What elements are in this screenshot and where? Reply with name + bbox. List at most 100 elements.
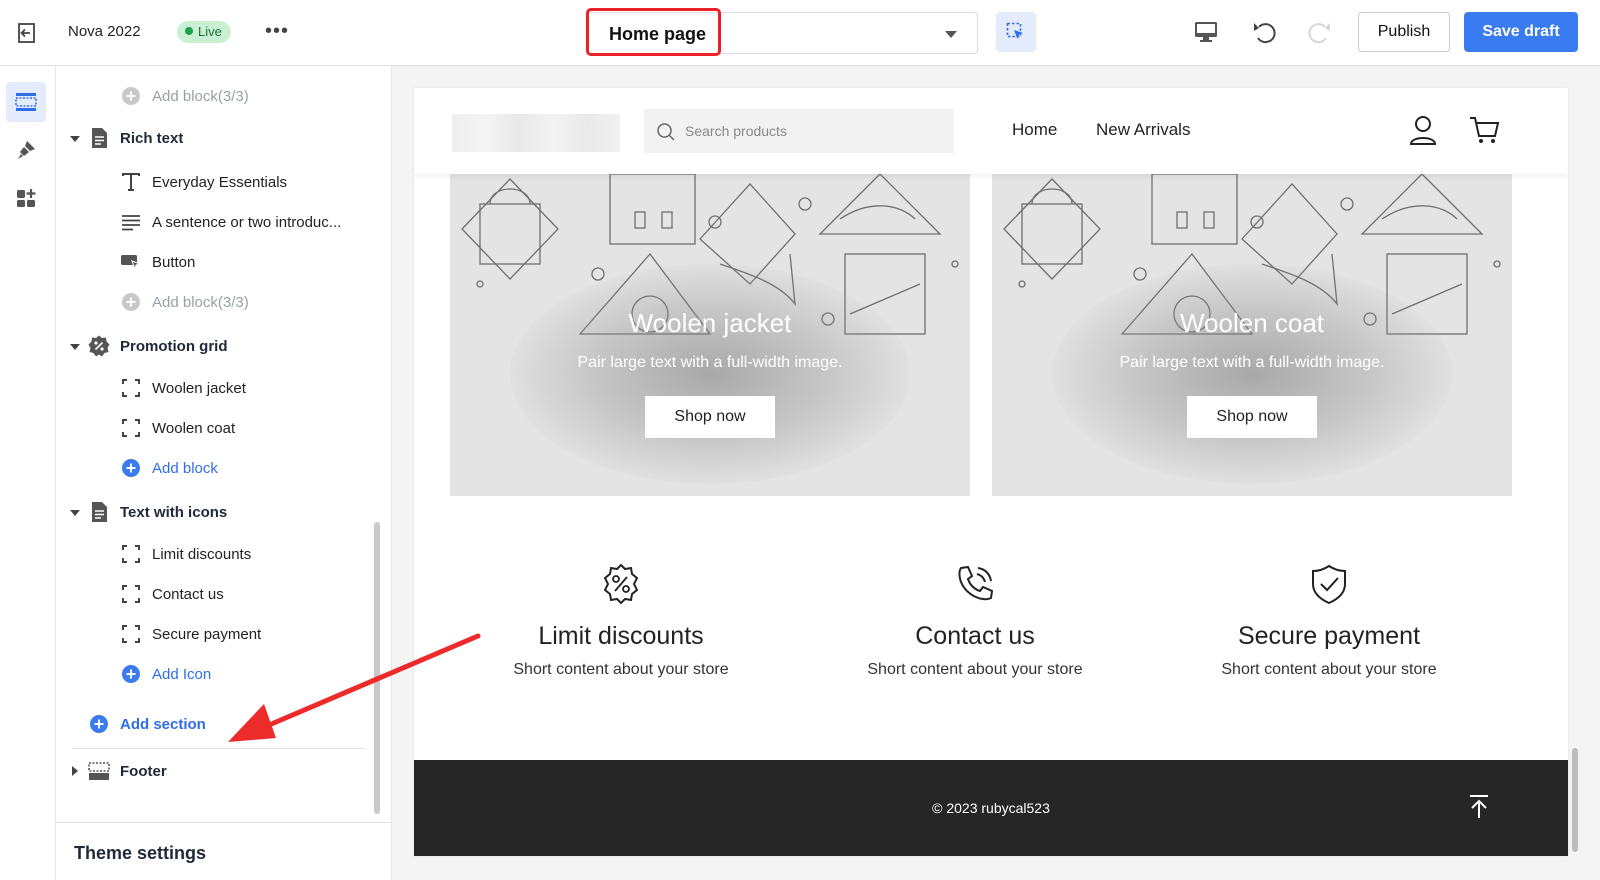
frame-icon (120, 543, 142, 565)
block-item[interactable]: A sentence or two introduc... (120, 207, 341, 237)
add-block-button[interactable]: Add block (120, 453, 218, 483)
publish-button[interactable]: Publish (1358, 12, 1450, 52)
preview-scrollbar[interactable] (1572, 748, 1578, 852)
back-to-top-icon[interactable] (1468, 794, 1490, 820)
item-label: Add block(3/3) (152, 293, 249, 311)
item-label: Secure payment (152, 625, 262, 643)
button-icon (120, 251, 142, 273)
add-icon (120, 291, 142, 313)
add-icon (120, 663, 142, 685)
save-draft-button[interactable]: Save draft (1464, 12, 1578, 52)
item-label: Woolen jacket (152, 379, 246, 397)
chevron-down-icon[interactable] (70, 136, 80, 142)
shop-now-button[interactable]: Shop now (1187, 396, 1317, 438)
page-selector-dropdown[interactable]: Home page (586, 12, 978, 54)
panel-scrollbar[interactable] (374, 522, 380, 814)
section-tree: Button Add block(3/3) Rich text Everyday Es… (56, 66, 386, 822)
exit-editor-button[interactable] (14, 20, 40, 46)
block-item[interactable]: Button (120, 247, 195, 277)
select-cursor-icon (1006, 22, 1023, 39)
shield-check-icon (1312, 564, 1346, 605)
item-label: Contact us (152, 585, 224, 603)
section-item-promotion-grid[interactable]: Promotion grid (88, 331, 228, 361)
exit-icon (18, 23, 35, 43)
block-item[interactable]: Button (120, 66, 195, 71)
block-item[interactable]: Woolen coat (120, 413, 235, 443)
promo-title: Woolen jacket (628, 308, 792, 338)
feature-text: Short content about your store (1221, 661, 1437, 678)
more-options-button[interactable]: ••• (264, 18, 290, 44)
footer-layout-icon (88, 760, 110, 782)
add-block-button-disabled[interactable]: Add block(3/3) (120, 287, 249, 317)
redo-icon (1308, 23, 1330, 44)
add-section-button[interactable]: Add section (88, 709, 206, 739)
document-icon (88, 127, 110, 149)
shop-now-button[interactable]: Shop now (645, 396, 775, 438)
block-item[interactable]: Limit discounts (120, 539, 251, 569)
account-icon[interactable] (1408, 114, 1438, 146)
nav-link-new-arrivals[interactable]: New Arrivals (1096, 120, 1190, 140)
theme-style-tab-button[interactable] (6, 130, 46, 170)
apps-grid-icon (17, 189, 36, 207)
cart-icon[interactable] (1468, 114, 1500, 146)
item-label: Promotion grid (120, 337, 228, 355)
live-badge-label: Live (198, 24, 222, 39)
section-item-text-with-icons[interactable]: Text with icons (88, 497, 227, 527)
site-footer: © 2023 rubycal523 (414, 760, 1568, 856)
desktop-view-button[interactable] (1192, 18, 1220, 46)
paint-brush-icon (18, 141, 35, 159)
block-item[interactable]: Secure payment (120, 619, 261, 649)
undo-button[interactable] (1250, 18, 1278, 46)
promo-card-woolen-coat[interactable]: Woolen coat Pair large text with a full-… (992, 174, 1512, 496)
search-icon (657, 123, 675, 141)
item-label: Add Icon (152, 665, 212, 683)
store-preview: Search products Home New Arrivals Woolen… (414, 88, 1568, 856)
redo-button[interactable] (1306, 18, 1334, 46)
block-item[interactable]: Contact us (120, 579, 224, 609)
site-header: Search products Home New Arrivals (414, 88, 1568, 174)
theme-settings-button[interactable]: Theme settings (56, 822, 391, 880)
chevron-down-icon[interactable] (70, 344, 80, 350)
block-item[interactable]: Woolen jacket (120, 373, 246, 403)
percent-badge-icon (88, 335, 110, 357)
item-label: Rich text (120, 129, 184, 147)
store-logo[interactable] (452, 114, 620, 152)
frame-icon (120, 417, 142, 439)
item-label: Button (152, 253, 196, 271)
section-item-rich-text[interactable]: Rich text (88, 123, 183, 153)
inspect-select-button[interactable] (996, 12, 1036, 52)
add-block-button-disabled[interactable]: Add block(3/3) (120, 81, 249, 111)
feature-title: Contact us (915, 622, 1035, 650)
apps-tab-button[interactable] (6, 178, 46, 218)
frame-icon (120, 623, 142, 645)
add-block-button[interactable]: Add Icon (120, 659, 211, 689)
chevron-down-icon (945, 31, 957, 38)
search-input[interactable]: Search products (644, 109, 954, 153)
live-status-badge: Live (177, 21, 231, 43)
theme-settings-label: Theme settings (74, 843, 207, 863)
text-icon (120, 171, 142, 193)
chevron-down-icon[interactable] (70, 510, 80, 516)
undo-icon (1254, 23, 1276, 44)
item-label: A sentence or two introduc... (152, 213, 342, 231)
chevron-right-icon[interactable] (72, 766, 78, 776)
item-label: Text with icons (120, 503, 228, 521)
feature-title: Limit discounts (538, 622, 704, 650)
desktop-icon (1195, 22, 1217, 42)
feature-title: Secure payment (1237, 622, 1421, 650)
section-divider (72, 748, 364, 749)
feature-text: Short content about your store (867, 661, 1083, 678)
promo-subtitle: Pair large text with a full-width image. (1119, 354, 1385, 371)
add-section-label: Add section (120, 715, 206, 733)
editor-icon-rail (0, 66, 56, 880)
promo-overlay (510, 264, 910, 484)
page-selector-label: Home page (609, 24, 707, 44)
block-item[interactable]: Everyday Essentials (120, 167, 287, 197)
feature-limit-discounts: Limit discounts Short content about your… (440, 562, 802, 679)
frame-icon (120, 583, 142, 605)
sections-tab-button[interactable] (6, 82, 46, 122)
promo-card-woolen-jacket[interactable]: Woolen jacket Pair large text with a ful… (450, 174, 970, 496)
nav-link-home[interactable]: Home (1012, 120, 1057, 140)
section-item-footer[interactable]: Footer (88, 756, 167, 786)
footer-section-label: Footer (120, 762, 167, 780)
